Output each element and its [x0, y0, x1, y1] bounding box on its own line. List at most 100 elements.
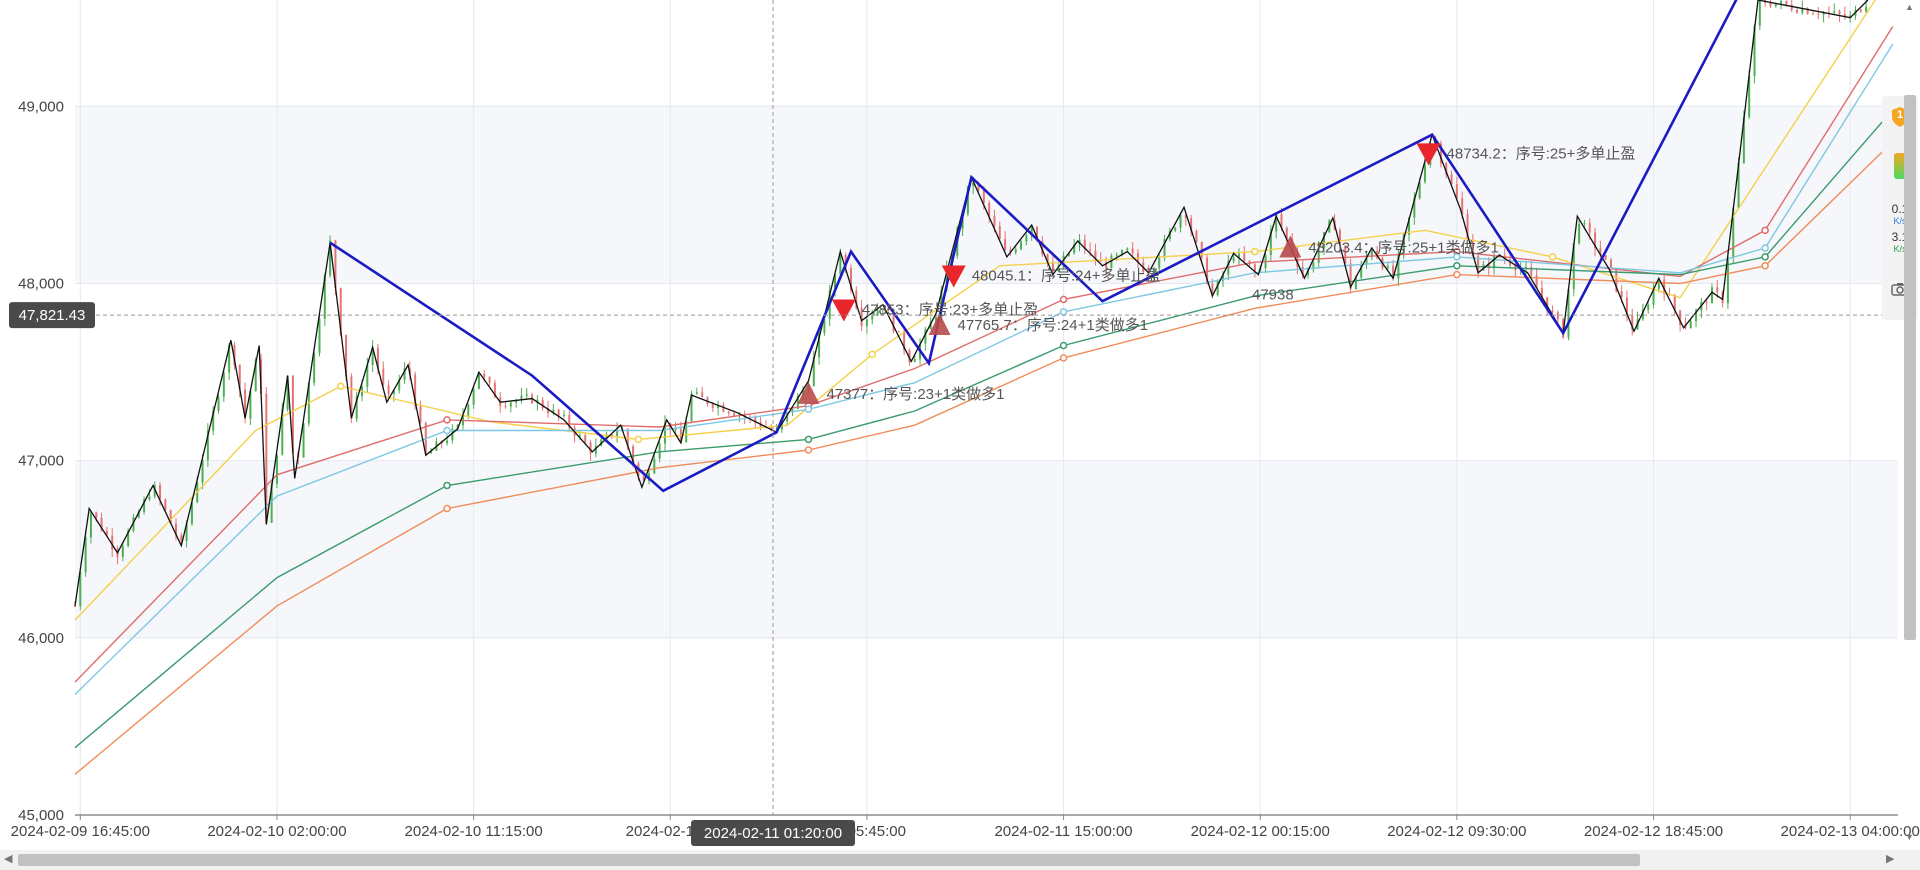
candle-body	[557, 409, 560, 416]
horizontal-scrollbar[interactable]	[0, 850, 1920, 870]
ma-marker	[1761, 244, 1769, 252]
signal-label: 47938	[1252, 286, 1294, 303]
candle-body	[1115, 254, 1118, 256]
candle-body	[1243, 253, 1246, 261]
signal-label: 48734.2：序号:25+多单止盈	[1447, 145, 1636, 162]
y-tick-label: 48,000	[18, 275, 64, 292]
candle-body	[180, 535, 183, 541]
candle-body	[982, 190, 985, 203]
candle-body	[467, 404, 470, 416]
x-tick-label: 2024-02-12 18:45:00	[1584, 823, 1723, 840]
candle-body	[1455, 184, 1458, 199]
vertical-scrollbar[interactable]: ▲ ▼	[1900, 0, 1920, 850]
scroll-left-arrow[interactable]: ◀	[4, 852, 12, 865]
candle-body	[727, 411, 730, 414]
candle-body	[711, 403, 714, 408]
candle-body	[1179, 214, 1182, 228]
vertical-scroll-thumb[interactable]	[1904, 95, 1916, 640]
candle-body	[1025, 235, 1028, 242]
candle-body	[1588, 222, 1591, 233]
candle-body	[217, 396, 220, 411]
candle-body	[733, 413, 736, 416]
candle-body	[446, 440, 449, 444]
candle-body	[1689, 321, 1692, 329]
candle-body	[1556, 312, 1559, 320]
ma-marker	[1548, 253, 1557, 261]
candle-body	[525, 394, 528, 396]
candle-body	[1710, 287, 1713, 304]
ma-marker	[336, 382, 345, 390]
candle-body	[222, 372, 225, 397]
ma-marker	[804, 435, 813, 444]
scroll-down-arrow[interactable]: ▼	[1905, 832, 1914, 842]
candle-body	[1493, 256, 1496, 269]
scroll-right-arrow[interactable]: ▶	[1886, 852, 1894, 865]
candle-body	[1232, 257, 1235, 262]
candle-body	[722, 404, 725, 412]
ma-marker	[804, 405, 813, 414]
signal-label: 48203.4：序号:25+1类做多1	[1308, 239, 1499, 256]
candle-body	[483, 373, 486, 378]
candle-body	[993, 216, 996, 227]
candle-body	[1174, 227, 1177, 231]
ma-marker	[1059, 341, 1068, 350]
candle-body	[1785, 0, 1788, 5]
candle-body	[95, 512, 98, 518]
candle-body	[562, 414, 565, 416]
sell-signal-marker	[831, 299, 856, 322]
ma-marker	[868, 350, 876, 359]
ma-marker	[1453, 262, 1461, 270]
candle-body	[998, 226, 1001, 239]
band	[75, 106, 1898, 284]
candle-body	[1833, 11, 1836, 13]
candle-body	[382, 368, 385, 386]
x-tick-label: 2024-02-11 15:00:00	[994, 823, 1132, 840]
ma-marker	[443, 416, 451, 424]
candle-body	[1865, 6, 1868, 12]
candle-body	[913, 358, 916, 362]
candle-body	[1253, 264, 1256, 271]
candle-body	[201, 460, 204, 483]
candle-body	[695, 392, 698, 394]
candle-body	[164, 499, 167, 511]
candle-body	[1195, 230, 1198, 243]
candle-body	[1838, 11, 1841, 15]
candle-body	[1604, 255, 1607, 260]
ma-marker	[1251, 247, 1259, 256]
candle-body	[1780, 0, 1783, 4]
candle-body	[1758, 0, 1761, 26]
crosshair-price-label: 47,821.43	[19, 307, 86, 324]
ma-marker	[1059, 354, 1068, 362]
candle-body	[318, 318, 321, 353]
x-tick-label: 2024-02-13 04:00:00	[1781, 823, 1920, 840]
ma-marker	[1059, 308, 1068, 316]
y-tick-label: 47,000	[18, 453, 64, 470]
candle-body	[865, 319, 868, 326]
candle-body	[897, 331, 900, 333]
scroll-up-arrow[interactable]: ▲	[1905, 2, 1914, 12]
candle-body	[1716, 287, 1719, 293]
y-tick-label: 46,000	[18, 630, 64, 647]
candle-body	[1620, 291, 1623, 298]
band	[75, 460, 1898, 638]
candle-body	[472, 388, 475, 405]
candle-body	[504, 406, 507, 408]
candle-body	[1705, 302, 1708, 304]
candle-body	[1126, 248, 1129, 251]
horizontal-scroll-thumb[interactable]	[18, 854, 1640, 866]
ma-marker	[1761, 262, 1769, 270]
candle-body	[1583, 222, 1586, 224]
signal-label: 47765.7：序号:24+1类做多1	[958, 317, 1149, 334]
candle-body	[1014, 249, 1017, 253]
candle-body	[488, 377, 491, 383]
y-tick-label: 49,000	[18, 98, 64, 115]
candle-body	[674, 429, 677, 431]
x-tick-label: 2024-02-12 00:15:00	[1191, 823, 1330, 840]
candle-body	[1859, 9, 1862, 12]
y-tick-label: 45,000	[18, 807, 64, 824]
candle-body	[121, 545, 124, 557]
x-tick-label: 2024-02-10 02:00:00	[207, 823, 346, 840]
candlestick-chart[interactable]: 47377：序号:23+1类做多1 47853：序号:23+多单止盈47765.7…	[0, 0, 1920, 870]
candle-body	[839, 255, 842, 275]
signal-label: 47853：序号:23+多单止盈	[862, 302, 1038, 319]
